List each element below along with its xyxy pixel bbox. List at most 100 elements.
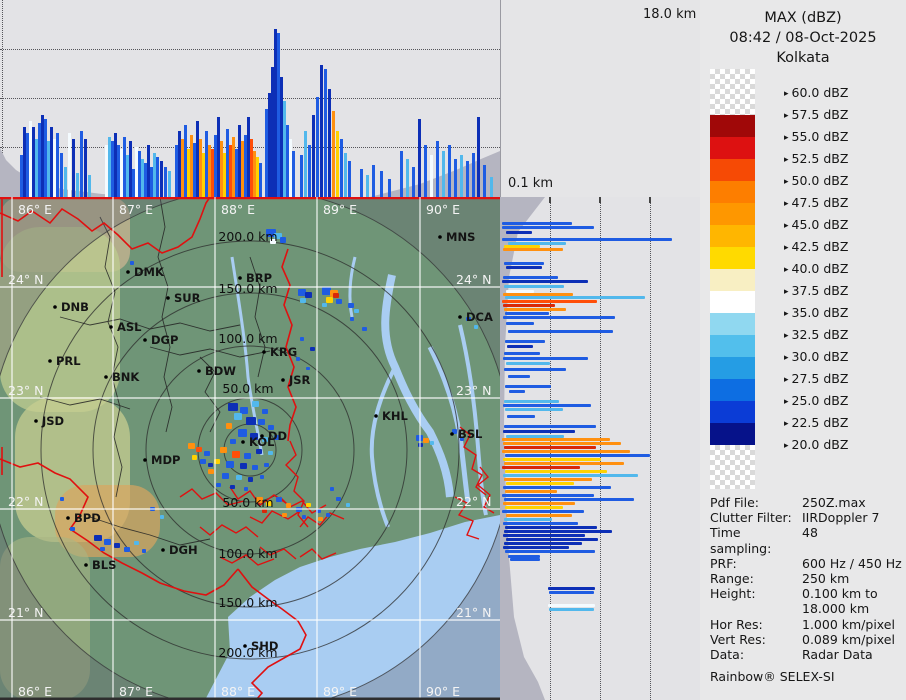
metadata-row: Pdf File: 250Z.max <box>710 495 866 510</box>
echo-row <box>549 608 594 611</box>
height-min-label: 0.1 km <box>508 176 553 191</box>
echo-row <box>502 226 594 229</box>
product-metadata: Pdf File: 250Z.max Clutter Filter: IIRDoppl… <box>710 495 902 684</box>
echo-row <box>505 340 545 343</box>
svg-text:BRP: BRP <box>246 271 272 285</box>
echo-row <box>505 526 597 529</box>
echo-column <box>336 131 339 197</box>
echo-row <box>505 408 563 411</box>
svg-text:DCA: DCA <box>466 310 493 324</box>
echo-row <box>502 222 572 225</box>
svg-text:22° N: 22° N <box>456 494 491 509</box>
scale-tick-arrow-icon: ▸ <box>784 375 789 385</box>
scale-tick-arrow-icon: ▸ <box>784 155 789 165</box>
echo-column <box>316 97 319 197</box>
echo-row <box>505 550 595 553</box>
svg-text:87° E: 87° E <box>119 202 153 217</box>
metadata-row: Time sampling: 48 <box>710 525 818 556</box>
echo-column <box>56 133 59 197</box>
metadata-row: Vert Res: 0.089 km/pixel <box>710 631 895 647</box>
svg-text:21° N: 21° N <box>8 605 43 620</box>
echo-row <box>505 385 551 388</box>
scale-label: ▸ 25.0 dBZ <box>784 393 849 408</box>
svg-text:23° N: 23° N <box>456 383 491 398</box>
echo-row <box>503 546 569 549</box>
svg-text:BNK: BNK <box>112 370 140 384</box>
echo-row <box>503 458 601 461</box>
echo-row <box>506 514 572 517</box>
scale-label: ▸ 30.0 dBZ <box>784 349 849 364</box>
echo-row <box>504 352 540 355</box>
scale-tick-arrow-icon: ▸ <box>784 265 789 275</box>
echo-row <box>548 604 595 607</box>
echo-column <box>68 133 71 197</box>
scale-label: ▸ 47.5 dBZ <box>784 195 849 210</box>
svg-text:MNS: MNS <box>446 230 475 244</box>
echo-column <box>436 141 439 197</box>
echo-column <box>418 119 421 197</box>
scale-tick-arrow-icon: ▸ <box>784 177 789 187</box>
echo-column <box>80 131 83 197</box>
legend-title-block: MAX (dBZ) 08:42 / 08-Oct-2025 Kolkata <box>700 8 906 68</box>
scale-label: ▸ 55.0 dBZ <box>784 129 849 144</box>
product-title: MAX (dBZ) <box>764 10 842 26</box>
svg-text:DMK: DMK <box>134 265 165 279</box>
scale-tick-arrow-icon: ▸ <box>784 287 789 297</box>
echo-column <box>84 139 87 197</box>
scale-tick-arrow-icon: ▸ <box>784 199 789 209</box>
echo-row <box>510 558 540 561</box>
scale-tick-arrow-icon: ▸ <box>784 133 789 143</box>
svg-text:86° E: 86° E <box>18 684 52 699</box>
echo-row <box>504 425 596 428</box>
svg-text:50.0 km: 50.0 km <box>222 495 273 510</box>
echo-column <box>168 171 171 197</box>
echo-column <box>64 167 67 197</box>
svg-text:100.0 km: 100.0 km <box>218 546 277 561</box>
scale-label: ▸ 40.0 dBZ <box>784 261 849 276</box>
echo-column <box>448 145 451 197</box>
svg-text:KHL: KHL <box>382 409 409 423</box>
svg-text:24° N: 24° N <box>456 272 491 287</box>
svg-text:DNB: DNB <box>61 300 89 314</box>
scale-tick-arrow-icon: ▸ <box>784 441 789 451</box>
echo-column <box>348 161 351 197</box>
echo-row <box>507 415 535 418</box>
echo-column <box>332 111 335 197</box>
svg-text:KRG: KRG <box>270 345 297 359</box>
echo-column <box>60 153 63 197</box>
echo-row <box>503 404 591 407</box>
echo-column <box>320 65 323 197</box>
scale-tick-arrow-icon: ▸ <box>784 221 789 231</box>
svg-text:21° N: 21° N <box>456 605 491 620</box>
echo-row <box>509 390 525 393</box>
echo-row <box>502 238 672 241</box>
radar-map-canvas[interactable]: 86° E 86° E 87° E 87° E 88° E 88° E 89° E 89° E… <box>0 197 500 700</box>
scale-label: ▸ 32.5 dBZ <box>784 327 849 342</box>
scale-label: ▸ 20.0 dBZ <box>784 437 849 452</box>
echo-row <box>506 322 534 325</box>
svg-text:88° E: 88° E <box>221 202 255 217</box>
svg-text:KOL: KOL <box>249 435 275 449</box>
echo-column <box>300 155 303 197</box>
echo-row <box>503 486 611 489</box>
echo-column <box>344 153 347 197</box>
echo-column <box>442 151 445 197</box>
height-max-label: 18.0 km <box>643 7 697 22</box>
echo-row <box>503 442 621 445</box>
echo-row <box>504 400 559 403</box>
echo-row <box>502 438 610 441</box>
echo-column <box>372 165 375 197</box>
axis-label-strip: 18.0 km 0.1 km <box>500 0 701 197</box>
echo-column <box>380 171 383 197</box>
echo-column <box>400 151 403 197</box>
echo-row <box>503 357 588 360</box>
echo-column <box>366 175 369 197</box>
echo-row <box>504 446 596 449</box>
echo-column <box>160 161 163 197</box>
echo-column <box>430 155 433 197</box>
software-brand: Rainbow® SELEX-SI <box>710 669 835 685</box>
echo-column <box>76 173 79 197</box>
echo-row <box>507 345 533 348</box>
echo-column <box>477 117 480 197</box>
echo-row <box>504 478 592 481</box>
